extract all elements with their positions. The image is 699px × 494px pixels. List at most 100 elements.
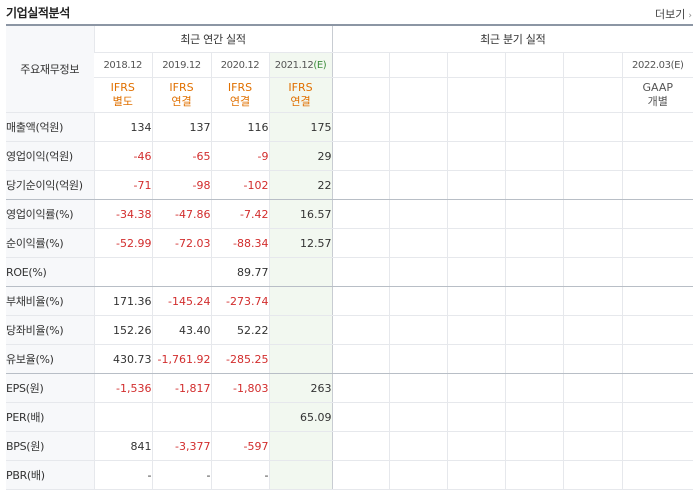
- table-cell: 171.36: [93, 286, 152, 316]
- more-label: 더보기: [655, 8, 686, 21]
- quarter-cell: [446, 228, 506, 258]
- table-row: 순이익률(%) -52.99 -72.03 -88.34 12.57: [6, 228, 694, 258]
- quarter-cell: [621, 228, 694, 258]
- quarter-cell: [331, 402, 390, 432]
- quarter-cell: [621, 170, 694, 200]
- table-cell: -9: [210, 141, 269, 171]
- row-label: ROE(%): [6, 257, 94, 287]
- table-cell: 52.22: [210, 315, 269, 345]
- table-cell: -1,817: [151, 373, 211, 403]
- quarter-cell: [562, 170, 623, 200]
- quarter-cell: [504, 460, 564, 490]
- table-cell: [268, 344, 333, 374]
- quarter-cell: [562, 228, 623, 258]
- quarter-accounting-standard: [331, 77, 390, 113]
- quarter-cell: [621, 112, 694, 142]
- table-cell: [268, 460, 333, 490]
- quarter-period-header: [331, 52, 390, 78]
- row-label: 유보율(%): [6, 344, 94, 374]
- table-cell: -285.25: [210, 344, 269, 374]
- quarter-cell: [446, 431, 506, 461]
- table-row: 당기순이익(억원) -71 -98 -102 22: [6, 170, 694, 200]
- table-cell: 841: [93, 431, 152, 461]
- quarter-accounting-standard: [504, 77, 564, 113]
- table-cell: -1,536: [93, 373, 152, 403]
- table-row: BPS(원) 841 -3,377 -597: [6, 431, 694, 461]
- accounting-standard: IFRS 연결: [268, 77, 333, 113]
- quarter-cell: [446, 315, 506, 345]
- table-cell: -: [210, 460, 269, 490]
- standard-row: IFRS 별도 IFRS 연결 IFRS 연결 IFRS 연결 GAAP 개별: [6, 77, 694, 113]
- table-cell: 29: [268, 141, 333, 171]
- table-cell: [93, 402, 152, 432]
- table-cell: -72.03: [151, 228, 211, 258]
- quarter-cell: [562, 460, 623, 490]
- quarter-cell: [504, 228, 564, 258]
- period-header: 2018.12: [94, 52, 152, 78]
- table-cell: -1,761.92: [151, 344, 211, 374]
- quarter-cell: [388, 460, 448, 490]
- table-row: ROE(%) 89.77: [6, 257, 694, 287]
- table-cell: -98: [151, 170, 211, 200]
- table-cell: 134: [93, 112, 152, 142]
- table-row: PER(배) 65.09: [6, 402, 694, 432]
- quarter-cell: [562, 315, 623, 345]
- quarter-cell: [446, 402, 506, 432]
- table-cell: 263: [268, 373, 333, 403]
- quarter-cell: [446, 112, 506, 142]
- quarter-cell: [562, 286, 623, 316]
- period-label: 2020.12: [220, 59, 260, 71]
- table-row: 유보율(%) 430.73 -1,761.92 -285.25: [6, 344, 694, 374]
- table-row: 부채비율(%) 171.36 -145.24 -273.74: [6, 286, 694, 316]
- row-label: 당기순이익(억원): [6, 170, 94, 200]
- quarter-cell: [388, 373, 448, 403]
- quarter-cell: [621, 431, 694, 461]
- table-cell: [151, 402, 211, 432]
- row-label: 부채비율(%): [6, 286, 94, 316]
- table-cell: 16.57: [268, 199, 333, 229]
- quarter-cell: [504, 373, 564, 403]
- table-row: PBR(배) - - -: [6, 460, 694, 490]
- more-link[interactable]: 더보기 ›: [655, 6, 692, 22]
- table-body: 매출액(억원) 134 137 116 175 영업이익(억원) -46 -65 -9 29 당기순…: [6, 112, 694, 490]
- quarter-cell: [621, 141, 694, 171]
- table-cell: 43.40: [151, 315, 211, 345]
- quarter-cell: [562, 373, 623, 403]
- quarter-cell: [446, 286, 506, 316]
- quarter-cell: [562, 257, 623, 287]
- quarter-cell: [504, 257, 564, 287]
- table-cell: 175: [268, 112, 333, 142]
- table-cell: [268, 315, 333, 345]
- quarter-cell: [331, 228, 390, 258]
- quarter-cell: [621, 373, 694, 403]
- table-cell: -597: [210, 431, 269, 461]
- table-cell: -65: [151, 141, 211, 171]
- quarter-cell: [621, 344, 694, 374]
- estimate-marker: (E): [313, 59, 327, 71]
- accounting-standard: IFRS 연결: [151, 77, 211, 113]
- row-label: 영업이익률(%): [6, 199, 94, 229]
- quarter-cell: [621, 199, 694, 229]
- table-cell: 65.09: [268, 402, 333, 432]
- quarter-cell: [446, 344, 506, 374]
- table-cell: 137: [151, 112, 211, 142]
- quarter-cell: [504, 199, 564, 229]
- quarter-cell: [562, 141, 623, 171]
- quarter-cell: [331, 460, 390, 490]
- quarter-cell: [562, 402, 623, 432]
- quarter-cell: [331, 344, 390, 374]
- quarter-cell: [446, 199, 506, 229]
- table-row: 매출액(억원) 134 137 116 175: [6, 112, 694, 142]
- table-cell: [268, 257, 333, 287]
- quarter-accounting-standard: [388, 77, 448, 113]
- table-cell: [210, 402, 269, 432]
- quarter-cell: [621, 315, 694, 345]
- quarter-group-header: 최근 분기 실적: [331, 25, 694, 53]
- quarter-cell: [621, 257, 694, 287]
- accounting-standard: IFRS 별도: [94, 77, 152, 113]
- table-cell: -102: [210, 170, 269, 200]
- quarter-cell: [388, 199, 448, 229]
- table-cell: [268, 286, 333, 316]
- chevron-right-icon: ›: [688, 11, 692, 21]
- quarter-cell: [388, 431, 448, 461]
